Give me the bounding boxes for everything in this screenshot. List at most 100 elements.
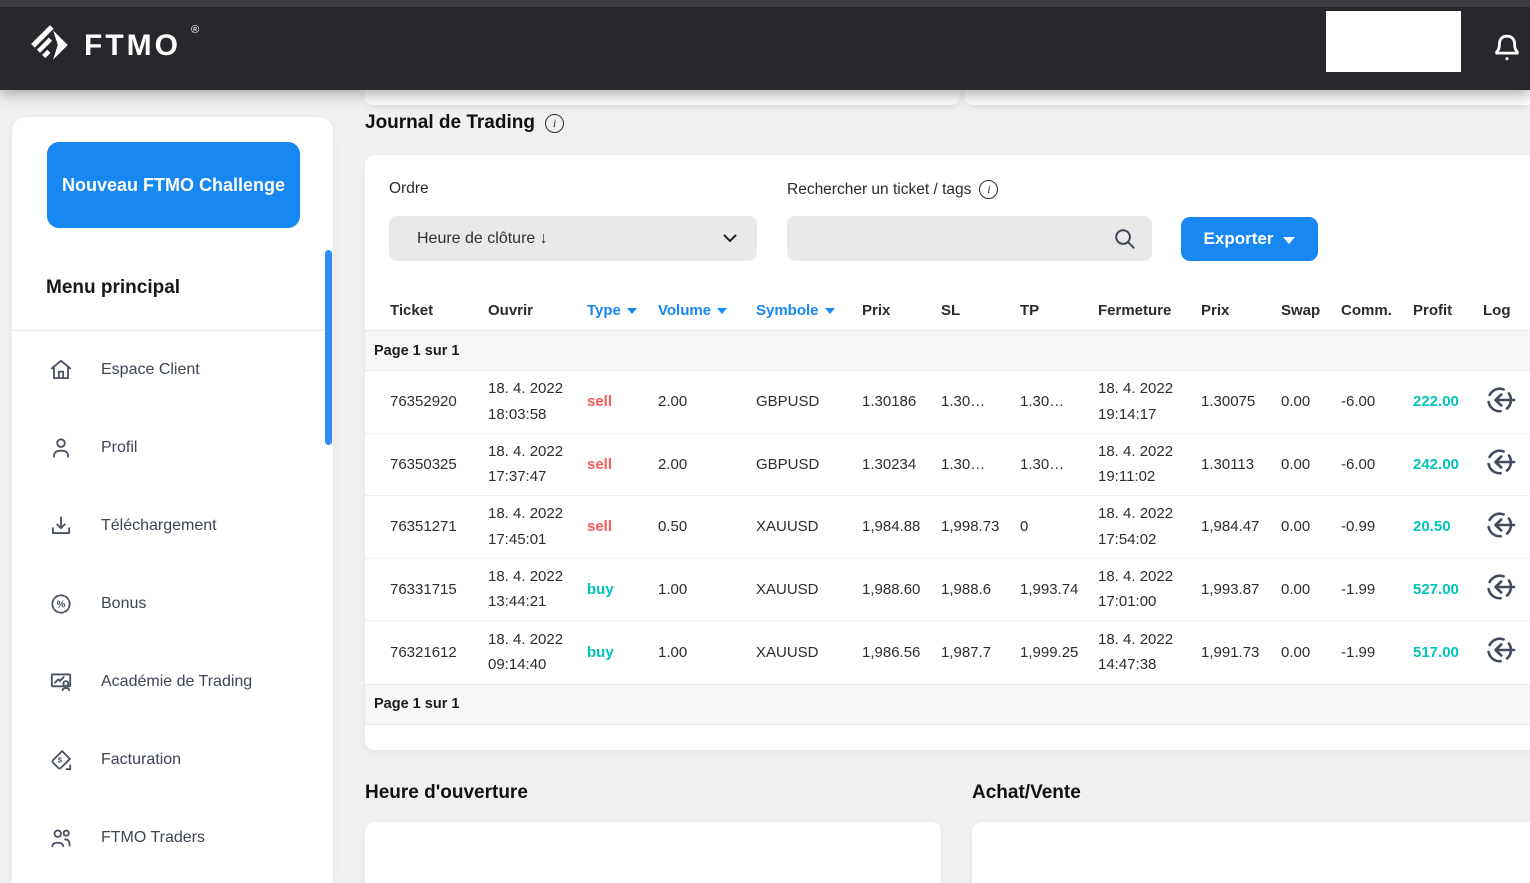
cell-volume: 2.00 <box>658 393 756 410</box>
sidebar-item-espace-client[interactable]: Espace Client <box>12 331 333 409</box>
cell-open-price: 1,986.56 <box>862 644 941 661</box>
cell-ticket: 76321612 <box>390 644 488 661</box>
user-icon <box>48 435 74 461</box>
cell-swap: 0.00 <box>1281 644 1341 661</box>
sidebar-item-label: Académie de Trading <box>101 673 252 691</box>
pagination-label: Page 1 sur 1 <box>374 696 459 712</box>
sidebar: Nouveau FTMO Challenge Menu principal Es… <box>12 117 333 883</box>
menu-title: Menu principal <box>46 277 180 299</box>
column-header-fermeture: Fermeture <box>1098 302 1201 319</box>
cell-log <box>1483 633 1530 671</box>
top-navigation-bar: FTMO ® <box>0 0 1530 90</box>
caret-down-icon <box>1283 237 1295 244</box>
price-tag-icon: $ <box>48 747 74 773</box>
cell-open-datetime: 18. 4. 202218:03:58 <box>488 376 587 427</box>
export-button[interactable]: Exporter <box>1181 217 1318 261</box>
sidebar-item-telechargement[interactable]: Téléchargement <box>12 487 333 565</box>
svg-text:%: % <box>57 599 66 610</box>
cell-swap: 0.00 <box>1281 518 1341 535</box>
cell-sl: 1.30… <box>941 456 1020 473</box>
cell-close-price: 1.30113 <box>1201 456 1281 473</box>
cell-close-datetime: 18. 4. 202219:14:17 <box>1098 376 1201 427</box>
search-input[interactable] <box>803 230 1112 247</box>
cell-commission: -1.99 <box>1341 581 1413 598</box>
cell-close-price: 1.30075 <box>1201 393 1281 410</box>
search-info-icon[interactable]: i <box>979 180 998 199</box>
cell-tp: 1.30… <box>1020 456 1098 473</box>
search-icon <box>1112 226 1138 252</box>
sidebar-item-label: Téléchargement <box>101 517 217 535</box>
column-header-volume[interactable]: Volume <box>658 302 756 319</box>
trade-log-button[interactable] <box>1483 508 1519 544</box>
cell-volume: 1.00 <box>658 644 756 661</box>
home-icon <box>48 357 74 383</box>
card-above-left-edge <box>365 90 960 105</box>
pagination-bar-bottom: Page 1 sur 1 <box>365 684 1530 725</box>
cell-sl: 1,987.7 <box>941 644 1020 661</box>
main-menu: Espace Client Profil Téléchargement % Bo… <box>12 331 333 877</box>
cell-profit: 527.00 <box>1413 581 1483 598</box>
export-button-label: Exporter <box>1204 229 1274 249</box>
sort-triangle-icon <box>825 308 835 314</box>
registered-trademark: ® <box>191 24 199 36</box>
order-sort-dropdown[interactable]: Heure de clôture ↓ <box>389 216 757 261</box>
cell-open-price: 1.30186 <box>862 393 941 410</box>
column-header-prix: Prix <box>1201 302 1281 319</box>
sidebar-item-facturation[interactable]: $ Facturation <box>12 721 333 799</box>
column-header-ticket: Ticket <box>390 302 488 319</box>
brand-name: FTMO <box>84 22 181 70</box>
opening-hour-chart-card <box>365 822 941 883</box>
app-screen: FTMO ® Nouveau FTMO Challenge Menu princ… <box>0 0 1530 883</box>
trading-journal-card: Ordre Heure de clôture ↓ Rechercher un t… <box>365 155 1530 750</box>
cell-sl: 1,998.73 <box>941 518 1020 535</box>
new-challenge-button[interactable]: Nouveau FTMO Challenge <box>47 142 300 228</box>
table-row: 76352920 18. 4. 202218:03:58 sell 2.00 G… <box>365 371 1530 434</box>
column-header-comm: Comm. <box>1341 302 1413 319</box>
cell-tp: 1,993.74 <box>1020 581 1098 598</box>
sidebar-item-profil[interactable]: Profil <box>12 409 333 487</box>
search-box <box>787 216 1152 261</box>
cell-symbol: GBPUSD <box>756 393 862 410</box>
column-header-type[interactable]: Type <box>587 302 658 319</box>
sidebar-item-label: Profil <box>101 439 137 457</box>
trade-log-button[interactable] <box>1483 570 1519 606</box>
sidebar-item-label: Facturation <box>101 751 181 769</box>
notification-bell-icon[interactable] <box>1488 26 1526 66</box>
column-header-symbole[interactable]: Symbole <box>756 302 862 319</box>
cell-tp: 1,999.25 <box>1020 644 1098 661</box>
sidebar-item-ftmo-traders[interactable]: FTMO Traders <box>12 799 333 877</box>
column-header-profit: Profit <box>1413 302 1483 319</box>
cell-open-datetime: 18. 4. 202209:14:40 <box>488 627 587 678</box>
table-body: 76352920 18. 4. 202218:03:58 sell 2.00 G… <box>365 371 1530 684</box>
cell-swap: 0.00 <box>1281 393 1341 410</box>
column-header-log: Log <box>1483 302 1530 319</box>
trade-log-button[interactable] <box>1483 633 1519 669</box>
trade-log-button[interactable] <box>1483 445 1519 481</box>
cell-ticket: 76352920 <box>390 393 488 410</box>
sidebar-item-bonus[interactable]: % Bonus <box>12 565 333 643</box>
cell-volume: 1.00 <box>658 581 756 598</box>
cell-open-datetime: 18. 4. 202217:37:47 <box>488 439 587 490</box>
cell-swap: 0.00 <box>1281 581 1341 598</box>
svg-text:$: $ <box>58 756 63 765</box>
ftmo-logo[interactable]: FTMO ® <box>28 22 199 73</box>
cell-tp: 1.30… <box>1020 393 1098 410</box>
cell-commission: -6.00 <box>1341 393 1413 410</box>
cell-tp: 0 <box>1020 518 1098 535</box>
search-label-row: Rechercher un ticket / tags i <box>787 180 998 199</box>
cell-close-price: 1,991.73 <box>1201 644 1281 661</box>
cell-ticket: 76350325 <box>390 456 488 473</box>
sidebar-item-academie[interactable]: Académie de Trading <box>12 643 333 721</box>
main-content: Journal de Trading i Ordre Heure de clôt… <box>348 90 1530 883</box>
cell-swap: 0.00 <box>1281 456 1341 473</box>
column-header-ouvrir: Ouvrir <box>488 302 587 319</box>
sidebar-item-label: FTMO Traders <box>101 829 205 847</box>
cell-ticket: 76331715 <box>390 581 488 598</box>
trade-log-button[interactable] <box>1483 383 1519 419</box>
info-icon[interactable]: i <box>545 114 564 133</box>
filter-row: Ordre Heure de clôture ↓ Rechercher un t… <box>365 155 1530 290</box>
cell-close-datetime: 18. 4. 202217:01:00 <box>1098 564 1201 615</box>
cell-ticket: 76351271 <box>390 518 488 535</box>
sidebar-item-label: Bonus <box>101 595 146 613</box>
cell-profit: 517.00 <box>1413 644 1483 661</box>
